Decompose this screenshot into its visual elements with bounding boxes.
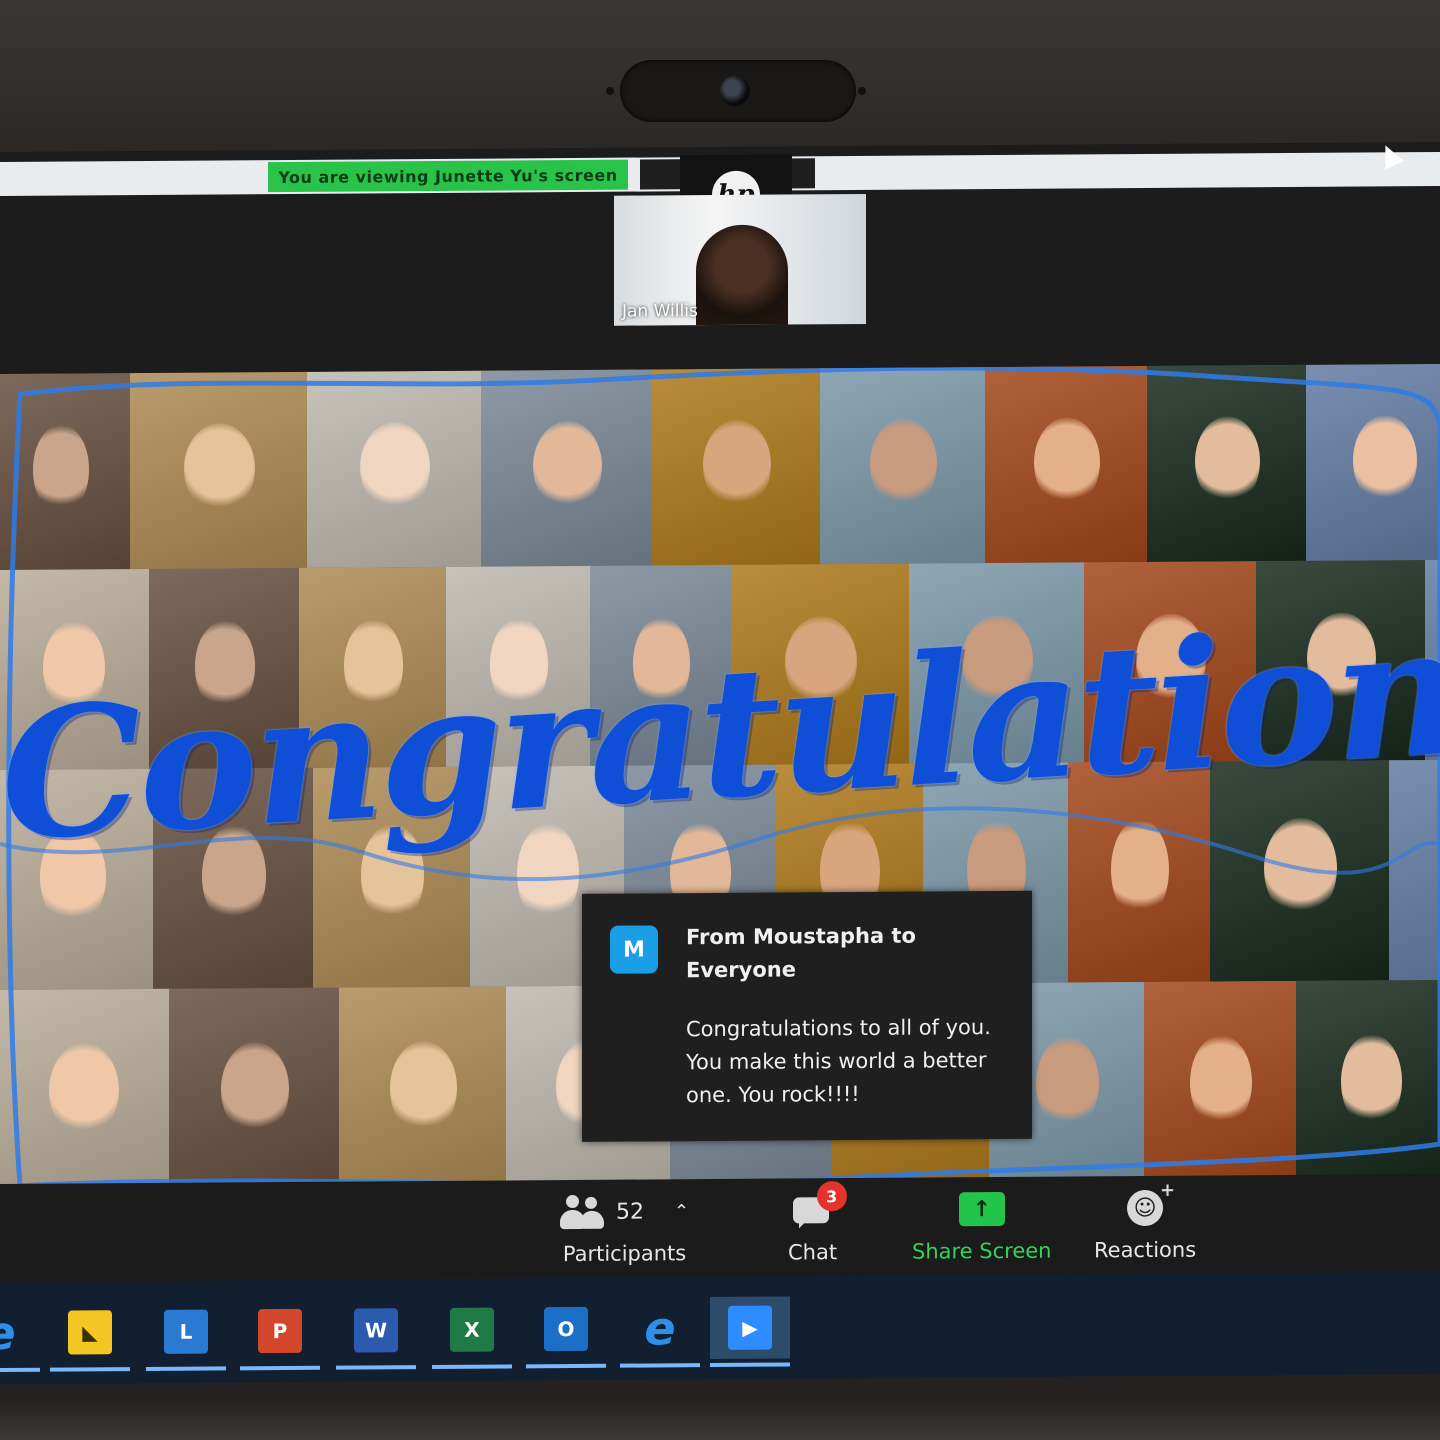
app-running-indicator bbox=[620, 1363, 700, 1368]
taskbar-app[interactable]: L bbox=[146, 1300, 226, 1371]
chat-notification[interactable]: M From Moustapha to Everyone Congratulat… bbox=[582, 890, 1032, 1142]
microphone-dot bbox=[606, 87, 614, 95]
participants-icon bbox=[560, 1194, 604, 1230]
participants-label: Participants bbox=[562, 1241, 687, 1267]
app-running-indicator bbox=[526, 1363, 606, 1369]
chat-icon: 3 bbox=[792, 1181, 847, 1229]
active-speaker-tile[interactable]: Jan Willis bbox=[614, 193, 866, 326]
app-running-indicator bbox=[432, 1364, 512, 1369]
participants-button[interactable]: 52 ⌃ Participants bbox=[560, 1189, 689, 1266]
participants-count: 52 bbox=[616, 1199, 644, 1225]
outlook-icon: O bbox=[544, 1306, 588, 1352]
app-running-indicator bbox=[240, 1365, 320, 1371]
powerpoint-icon: P bbox=[258, 1308, 302, 1354]
laptop-screen: You are viewing Junette Yu's screen hp J… bbox=[0, 141, 1440, 1384]
taskbar-app[interactable]: ▶ bbox=[710, 1296, 790, 1368]
chat-sender: From Moustapha to Everyone bbox=[686, 923, 916, 983]
speaker-video bbox=[696, 224, 788, 326]
excel-icon: X bbox=[450, 1307, 494, 1352]
reaction-smiley-icon: ☺ + bbox=[1127, 1180, 1175, 1227]
sender-avatar: M bbox=[610, 925, 658, 974]
viewing-screen-banner[interactable]: You are viewing Junette Yu's screen bbox=[268, 159, 628, 193]
chat-button[interactable]: 3 Chat bbox=[788, 1181, 847, 1265]
taskbar-app[interactable]: e bbox=[0, 1302, 40, 1373]
microphone-dot bbox=[858, 87, 866, 95]
sticky-notes-icon: ◣ bbox=[68, 1310, 112, 1355]
reactions-button[interactable]: ☺ + Reactions bbox=[1094, 1180, 1197, 1263]
app-running-indicator bbox=[50, 1367, 130, 1372]
taskbar-app[interactable]: O bbox=[526, 1298, 606, 1369]
chat-message: Congratulations to all of you. You make … bbox=[686, 1015, 991, 1108]
reactions-label: Reactions bbox=[1094, 1237, 1197, 1263]
webcam-lens bbox=[720, 76, 750, 106]
taskbar-app[interactable]: e bbox=[620, 1297, 700, 1368]
speaker-name: Jan Willis bbox=[622, 301, 698, 322]
taskbar-app[interactable]: P bbox=[240, 1300, 320, 1371]
taskbar-app[interactable]: W bbox=[336, 1299, 416, 1370]
app-running-indicator bbox=[146, 1366, 226, 1371]
chat-unread-badge: 3 bbox=[816, 1181, 847, 1212]
chevron-up-icon[interactable]: ⌃ bbox=[674, 1201, 689, 1222]
meeting-toolbar: 52 ⌃ Participants 3 Chat ↑ Share Screen bbox=[0, 1173, 1440, 1280]
share-screen-icon: ↑ bbox=[958, 1191, 1005, 1227]
chat-label: Chat bbox=[788, 1240, 838, 1265]
zoom-icon: ▶ bbox=[728, 1305, 772, 1350]
windows-taskbar: e ◣ L P W X Oe ▶ bbox=[0, 1271, 1440, 1384]
share-screen-label: Share Screen bbox=[912, 1238, 1052, 1264]
app-running-indicator bbox=[0, 1367, 40, 1373]
share-screen-button[interactable]: ↑ Share Screen bbox=[912, 1187, 1051, 1264]
taskbar-app[interactable]: ◣ bbox=[50, 1301, 130, 1372]
webcam-housing bbox=[620, 60, 856, 122]
taskbar-app[interactable]: X bbox=[432, 1298, 512, 1369]
edge-icon: e bbox=[644, 1301, 676, 1356]
edge-icon: e bbox=[0, 1305, 16, 1361]
lync-icon: L bbox=[164, 1309, 208, 1354]
app-running-indicator bbox=[710, 1362, 790, 1368]
app-running-indicator bbox=[336, 1365, 416, 1370]
word-icon: W bbox=[354, 1308, 398, 1353]
